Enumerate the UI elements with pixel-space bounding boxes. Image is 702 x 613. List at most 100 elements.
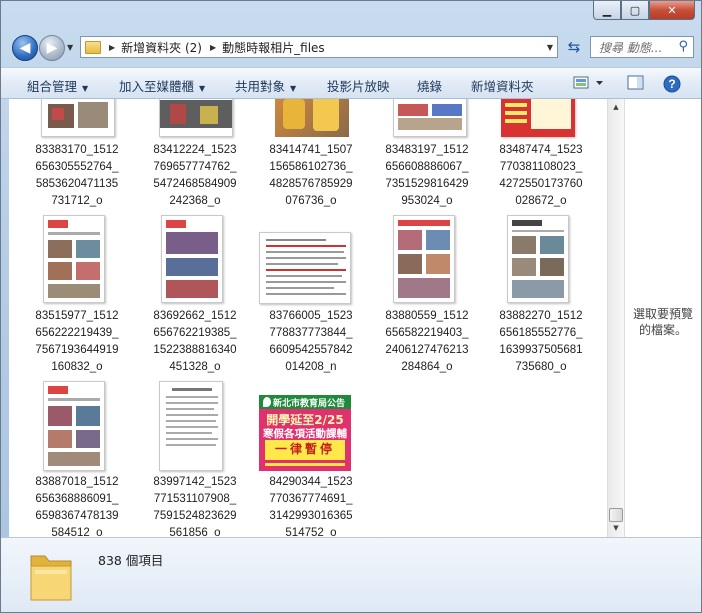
slideshow-button[interactable]: 投影片放映 [327, 76, 390, 95]
change-view-button[interactable] [573, 75, 605, 94]
address-bar[interactable]: ▶ 新增資料夾 (2) ▶ 動態時報相片_files ▼ [80, 36, 558, 58]
item-count: 838 個項目 [98, 553, 164, 568]
close-button[interactable]: ✕ [649, 1, 695, 20]
file-name[interactable]: 83887018_1512 656368886091_ 6598367478139 5… [21, 474, 133, 537]
close-icon: ✕ [667, 3, 677, 17]
file-name[interactable]: 83880559_1512 656582219403_ 2406127476213 2… [371, 308, 483, 376]
minimize-icon: ▁ [602, 3, 612, 17]
file-thumbnail[interactable] [275, 99, 349, 137]
maximize-icon: ▢ [629, 3, 641, 17]
poster-thumbnail[interactable]: 新北市教育局公告 開學延至2/25 寒假各項活動課輔 一律暫停 [259, 395, 351, 471]
caption-line: 656222219439_ [35, 327, 119, 339]
caption-line: 83487474_1523 [499, 144, 583, 156]
caption-line: 076736_o [285, 195, 337, 207]
scroll-up-button[interactable]: ▲ [608, 99, 624, 115]
file-name[interactable]: 83414741_1507 156586102736_ 4828576785929 0… [255, 142, 367, 210]
chevron-down-icon: ▼ [290, 84, 297, 93]
breadcrumb-arrow-icon[interactable]: ▶ [210, 43, 216, 52]
file-thumbnail[interactable] [393, 99, 467, 137]
file-thumbnail[interactable] [161, 215, 223, 303]
caption-line: 6609542557842 [269, 344, 353, 356]
caption-line: 769657774762_ [153, 161, 237, 173]
refresh-button[interactable]: ⇆ [561, 36, 587, 58]
caption-line: 83880559_1512 [385, 310, 469, 322]
file-name[interactable]: 83483197_1512 656608886067_ 7351529816429 9… [371, 142, 483, 210]
breadcrumb-item[interactable]: 新增資料夾 (2) [121, 39, 202, 56]
add-to-library-button[interactable]: 加入至媒體櫃 ▼ [119, 76, 205, 95]
caption-line: 84290344_1523 [269, 476, 353, 488]
help-button[interactable]: ? [663, 75, 681, 96]
search-icon[interactable]: ⚲ [678, 39, 688, 54]
poster-line3: 一律暫停 [265, 440, 345, 457]
file-name[interactable]: 83412224_1523 769657774762_ 5472468584909 2… [139, 142, 251, 210]
details-pane: 838 個項目 [1, 537, 701, 612]
scroll-down-button[interactable]: ▼ [608, 520, 624, 536]
forward-button[interactable]: ▶ [39, 35, 65, 61]
search-placeholder: 搜尋 動態... [599, 40, 663, 55]
organize-button[interactable]: 組合管理 ▼ [27, 76, 88, 95]
refresh-icon: ⇆ [567, 38, 581, 56]
poster-line2: 寒假各項活動課輔 [263, 428, 347, 440]
recent-pages-dropdown-icon[interactable]: ▼ [67, 43, 73, 52]
caption-line: 561856_o [169, 527, 221, 537]
file-thumbnail[interactable] [159, 381, 223, 471]
caption-line: 83997142_1523 [153, 476, 237, 488]
search-input[interactable]: 搜尋 動態... ⚲ [590, 36, 694, 58]
preview-message-line: 的檔案。 [638, 323, 687, 337]
new-folder-button[interactable]: 新增資料夾 [471, 76, 534, 95]
caption-line: 514752_o [285, 527, 337, 537]
caption-line: 7591524823629 [153, 510, 237, 522]
vertical-scrollbar[interactable]: ▲ ▼ [607, 99, 624, 537]
caption-line: 656582219403_ [385, 327, 469, 339]
leaf-logo-icon [263, 397, 271, 407]
file-name[interactable]: 83383170_1512 656305552764_ 5853620471135 7… [21, 142, 133, 210]
view-options-icon [573, 76, 603, 89]
file-list[interactable]: 83383170_1512 656305552764_ 5853620471135 7… [9, 99, 607, 537]
caption-line: 242368_o [169, 195, 221, 207]
svg-text:?: ? [668, 77, 675, 91]
caption-line: 656305552764_ [35, 161, 119, 173]
file-thumbnail[interactable] [41, 99, 115, 137]
caption-line: 7351529816429 [385, 178, 469, 190]
burn-button[interactable]: 燒錄 [417, 76, 442, 95]
explorer-window: ▁ ▢ ✕ ◀ ▶ ▼ ▶ 新增資料夾 (2) ▶ 動態時報相片_files ▼ [0, 0, 702, 613]
caption-line: 731712_o [51, 195, 103, 207]
caption-line: 156586102736_ [269, 161, 353, 173]
caption-line: 83882270_1512 [499, 310, 583, 322]
preview-pane: 選取要預覽 的檔案。 [624, 99, 701, 537]
maximize-button[interactable]: ▢ [621, 1, 649, 20]
minimize-button[interactable]: ▁ [593, 1, 621, 20]
caption-line: 4828576785929 [269, 178, 353, 190]
caption-line: 778837773844_ [269, 327, 353, 339]
share-with-label: 共用對象 [235, 79, 286, 94]
file-thumbnail[interactable] [393, 215, 455, 303]
chevron-down-icon: ▼ [82, 84, 89, 93]
file-name[interactable]: 83692662_1512 656762219385_ 1522388816340 4… [139, 308, 251, 376]
breadcrumb-item[interactable]: 動態時報相片_files [222, 39, 325, 56]
window-controls: ▁ ▢ ✕ [593, 1, 695, 20]
share-with-button[interactable]: 共用對象 ▼ [235, 76, 296, 95]
file-name[interactable]: 83997142_1523 771531107908_ 7591524823629 5… [139, 474, 251, 537]
navigation-bar: ◀ ▶ ▼ ▶ 新增資料夾 (2) ▶ 動態時報相片_files ▼ ⇆ 搜尋 … [1, 31, 701, 63]
file-name[interactable]: 83515977_1512 656222219439_ 7567193644919 1… [21, 308, 133, 376]
file-thumbnail[interactable] [259, 232, 351, 304]
file-name[interactable]: 83487474_1523 770381108023_ 4272550173760 0… [485, 142, 597, 210]
caption-line: 770367774691_ [269, 493, 353, 505]
back-button[interactable]: ◀ [12, 35, 38, 61]
address-dropdown-icon[interactable]: ▼ [547, 43, 553, 52]
file-thumbnail[interactable] [159, 99, 233, 137]
preview-pane-button[interactable] [627, 75, 645, 94]
file-name[interactable]: 84290344_1523 770367774691_ 3142993016365 5… [255, 474, 367, 537]
file-thumbnail[interactable] [501, 99, 575, 137]
file-thumbnail[interactable] [43, 215, 105, 303]
organize-label: 組合管理 [27, 79, 78, 94]
preview-message: 選取要預覽 的檔案。 [625, 306, 701, 338]
breadcrumb-arrow-icon[interactable]: ▶ [109, 43, 115, 52]
caption-line: 5853620471135 [35, 178, 119, 190]
file-name[interactable]: 83766005_1523 778837773844_ 6609542557842 0… [255, 308, 367, 376]
file-name[interactable]: 83882270_1512 656185552776_ 1639937505681 7… [485, 308, 597, 376]
file-thumbnail[interactable] [43, 381, 105, 471]
file-thumbnail[interactable] [507, 215, 569, 303]
caption-line: 770381108023_ [499, 161, 583, 173]
caption-line: 5472468584909 [153, 178, 237, 190]
